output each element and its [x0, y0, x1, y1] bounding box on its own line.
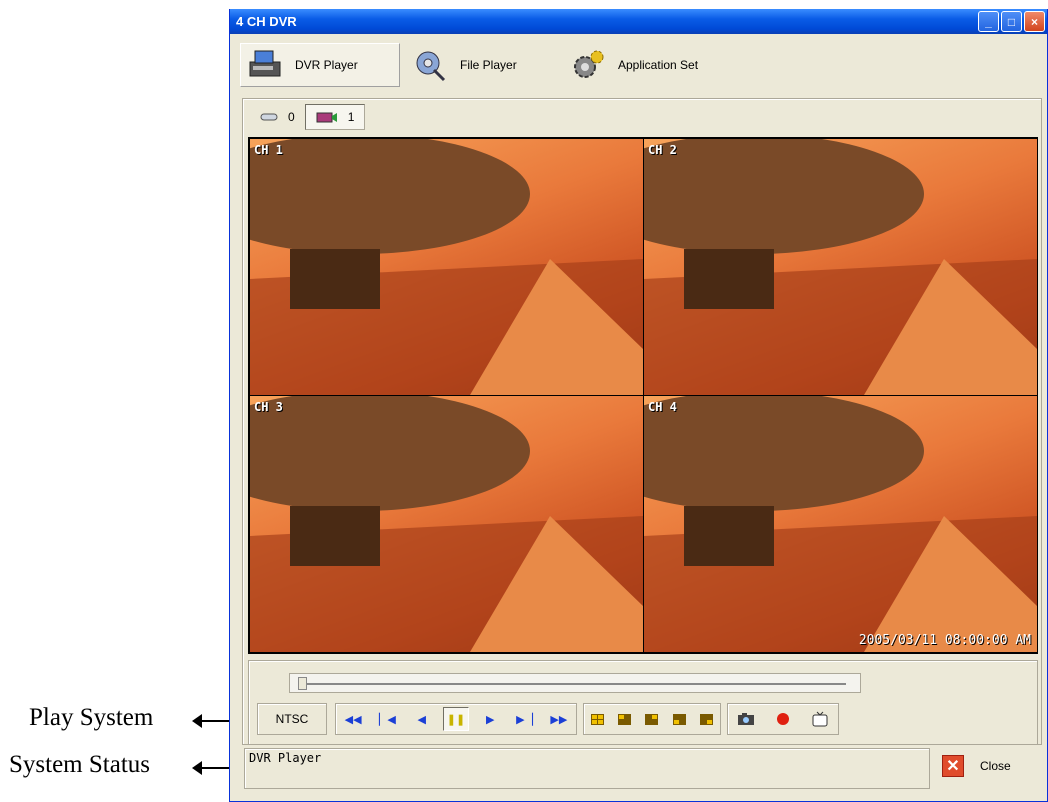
layout-quad-button[interactable]	[585, 707, 611, 731]
slider-line	[304, 683, 846, 685]
channel-1-view[interactable]: CH 1	[250, 139, 643, 395]
annotation-system-status: System Status	[9, 751, 150, 778]
tab-dvr-player-label: DVR Player	[295, 58, 358, 72]
layout-ch4-button[interactable]	[693, 707, 719, 731]
playback-slider[interactable]	[289, 673, 861, 693]
device-counter-bar: 0 1	[250, 104, 408, 130]
dvr-window: 4 CH DVR _ □ × DVR Player File Player Ap…	[229, 9, 1048, 802]
camera-icon	[316, 112, 337, 123]
camera-count: 1	[347, 110, 355, 124]
channel-2-view[interactable]: CH 2	[644, 139, 1037, 395]
minimize-button[interactable]: _	[978, 11, 999, 32]
video-frame	[644, 139, 1037, 395]
tab-dvr-player[interactable]: DVR Player	[240, 43, 400, 87]
layout-ch3-button[interactable]	[666, 707, 692, 731]
skip-start-button[interactable]: ▏◀	[374, 707, 400, 731]
close-button[interactable]: ✕ Close	[942, 755, 1011, 777]
window-title: 4 CH DVR	[236, 14, 297, 29]
extra-controls	[727, 703, 839, 735]
channel-3-view[interactable]: CH 3	[250, 396, 643, 652]
channel-label: CH 1	[254, 143, 283, 157]
layout-ch1-button[interactable]	[612, 707, 638, 731]
tv-icon	[812, 711, 828, 727]
layout-ch2-button[interactable]	[639, 707, 665, 731]
record-icon	[776, 713, 789, 725]
pause-button[interactable]: ❚❚	[442, 707, 469, 731]
video-timestamp: 2005/03/11 08:00:00 AM	[858, 633, 1031, 648]
tab-application-set[interactable]: Application Set	[564, 43, 734, 87]
annotation-play-system: Play System	[29, 704, 154, 731]
tab-application-set-label: Application Set	[618, 58, 699, 72]
channel-label: CH 4	[648, 400, 677, 414]
camera-counter[interactable]: 1	[304, 104, 366, 130]
control-panel: NTSC ◀◀ ▏◀ ◀ ❚❚ ▶ ▶▕ ▶▶	[248, 660, 1038, 745]
tv-out-button[interactable]	[807, 707, 833, 731]
ch3-layout-icon	[672, 713, 686, 725]
video-frame	[250, 139, 643, 395]
step-back-button[interactable]: ◀	[409, 707, 435, 731]
hdd-icon	[260, 113, 278, 121]
video-frame	[644, 396, 1037, 652]
video-frame	[250, 396, 643, 652]
play-system-label: NTSC	[275, 712, 309, 726]
maximize-button[interactable]: □	[1001, 11, 1022, 32]
ch2-layout-icon	[645, 713, 659, 725]
close-label: Close	[980, 759, 1011, 773]
title-bar[interactable]: 4 CH DVR _ □ ×	[230, 9, 1047, 34]
layout-controls	[583, 703, 721, 735]
record-button[interactable]	[770, 707, 796, 731]
slider-thumb[interactable]	[298, 677, 307, 690]
channel-4-view[interactable]: CH 4 2005/03/11 08:00:00 AM	[644, 396, 1037, 652]
video-grid[interactable]: CH 1 CH 2 CH 3 CH 4 2005/03/11 08:00:00 …	[248, 137, 1038, 654]
playback-controls: ◀◀ ▏◀ ◀ ❚❚ ▶ ▶▕ ▶▶	[335, 703, 577, 735]
window-close-button[interactable]: ×	[1024, 11, 1045, 32]
snapshot-camera-icon	[738, 713, 755, 725]
fast-rewind-button[interactable]: ◀◀	[340, 707, 366, 731]
gear-icon	[574, 50, 604, 78]
dvr-player-icon	[249, 50, 281, 77]
snapshot-button[interactable]	[733, 707, 759, 731]
quad-layout-icon	[591, 713, 605, 725]
tab-file-player[interactable]: File Player	[406, 43, 541, 87]
play-button[interactable]: ▶	[477, 707, 503, 731]
file-player-icon	[416, 51, 446, 82]
play-system-button[interactable]: NTSC	[257, 703, 327, 735]
fast-forward-button[interactable]: ▶▶	[546, 707, 572, 731]
tab-file-player-label: File Player	[460, 58, 517, 72]
top-toolbar: DVR Player File Player Application Set	[234, 37, 1043, 97]
close-icon: ✕	[942, 755, 964, 777]
system-status-box: DVR Player	[244, 748, 930, 789]
skip-end-button[interactable]: ▶▕	[512, 707, 538, 731]
channel-label: CH 2	[648, 143, 677, 157]
hdd-counter[interactable]: 0	[250, 104, 305, 130]
channel-label: CH 3	[254, 400, 283, 414]
hdd-count: 0	[288, 110, 295, 124]
system-status-text: DVR Player	[249, 751, 322, 765]
ch1-layout-icon	[618, 713, 632, 725]
ch4-layout-icon	[699, 713, 713, 725]
